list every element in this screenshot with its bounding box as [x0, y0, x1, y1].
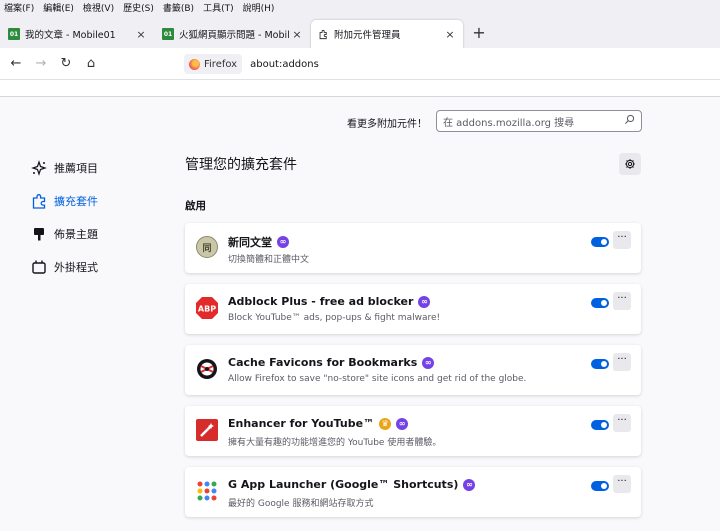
- recommended-badge-icon: ∞: [396, 417, 409, 430]
- firefox-logo-icon: [189, 58, 200, 70]
- svg-text:ABP: ABP: [198, 305, 216, 314]
- addon-card[interactable]: ABP Adblock Plus - free ad blocker ∞ Bloc…: [185, 284, 641, 334]
- home-button[interactable]: ⌂: [82, 55, 100, 73]
- forward-button[interactable]: →: [32, 55, 50, 73]
- addon-enable-toggle[interactable]: [591, 359, 609, 369]
- addon-name[interactable]: Enhancer for YouTube™: [228, 417, 374, 430]
- addon-card[interactable]: G App Launcher (Google™ Shortcuts) ∞ 最好的 …: [185, 467, 641, 517]
- recommended-badge-icon: ∞: [277, 236, 289, 248]
- addon-name[interactable]: Cache Favicons for Bookmarks: [228, 356, 417, 369]
- tab-label: 附加元件管理員: [334, 30, 401, 41]
- menu-file[interactable]: 檔案(F): [4, 1, 34, 14]
- addon-card[interactable]: 同 新同文堂 ∞ 切換簡體和正體中文 ···: [185, 223, 641, 273]
- addon-description: 切換簡體和正體中文: [228, 255, 310, 265]
- close-icon[interactable]: ×: [443, 28, 457, 41]
- menu-bookmarks[interactable]: 書籤(B): [163, 1, 194, 14]
- page-title: 管理您的擴充套件: [185, 157, 297, 173]
- close-icon[interactable]: ×: [290, 28, 304, 41]
- back-button[interactable]: ←: [7, 55, 25, 73]
- sidebar-item-extensions[interactable]: 擴充套件: [30, 184, 98, 217]
- addon-enable-toggle[interactable]: [591, 481, 609, 491]
- identity-box[interactable]: Firefox: [184, 54, 243, 74]
- addons-search-input[interactable]: 在 addons.mozilla.org 搜尋: [436, 110, 642, 132]
- menu-view[interactable]: 檢視(V): [83, 1, 114, 14]
- menu-tools[interactable]: 工具(T): [203, 1, 234, 14]
- addon-name-row: Enhancer for YouTube™ ♛ ∞: [228, 417, 409, 430]
- addon-name[interactable]: Adblock Plus - free ad blocker: [228, 295, 413, 308]
- tongwentang-icon: 同: [195, 235, 219, 259]
- search-placeholder: 在 addons.mozilla.org 搜尋: [443, 117, 575, 129]
- tools-button[interactable]: [619, 153, 641, 175]
- addon-name-row: 新同文堂 ∞: [228, 234, 289, 250]
- puzzle-icon: [30, 192, 48, 210]
- tab-addons-manager[interactable]: 附加元件管理員 ×: [311, 20, 463, 48]
- sidebar-item-plugins[interactable]: 外掛程式: [30, 250, 98, 283]
- addon-description: Block YouTube™ ads, pop-ups & fight malw…: [228, 313, 441, 323]
- addon-description: 擁有大量有趣的功能增進您的 YouTube 使用者體驗。: [228, 438, 442, 448]
- categories-sidebar: 推薦項目 擴充套件 佈景主題 外掛程式: [30, 151, 98, 283]
- menu-help[interactable]: 說明(H): [243, 1, 275, 14]
- nav-bar: ← → ↻ ⌂ Firefox about:addons: [0, 48, 720, 80]
- addon-name[interactable]: 新同文堂: [228, 234, 272, 250]
- addon-options-button[interactable]: ···: [613, 475, 631, 493]
- brush-icon: [30, 225, 48, 243]
- mobile01-favicon-icon: 01: [162, 28, 174, 40]
- sidebar-item-label: 擴充套件: [54, 194, 98, 208]
- url-bar[interactable]: Firefox about:addons: [184, 52, 720, 76]
- sparkle-icon: [30, 159, 48, 177]
- close-icon[interactable]: ×: [134, 28, 148, 41]
- addon-card[interactable]: Cache Favicons for Bookmarks ∞ Allow Fire…: [185, 345, 641, 395]
- menu-history[interactable]: 歷史(S): [123, 1, 154, 14]
- section-heading-enabled: 啟用: [185, 200, 206, 212]
- mobile01-favicon-icon: 01: [8, 28, 20, 40]
- url-text[interactable]: about:addons: [250, 59, 319, 70]
- addon-card[interactable]: Enhancer for YouTube™ ♛ ∞ 擁有大量有趣的功能增進您的 Yo…: [185, 406, 641, 456]
- addon-options-button[interactable]: ···: [613, 292, 631, 310]
- tab-firefox-display-issue[interactable]: 01 火狐網頁顯示問題 - Mobile01 ×: [156, 20, 310, 48]
- sidebar-item-label: 佈景主題: [54, 227, 98, 241]
- addon-name-row: G App Launcher (Google™ Shortcuts) ∞: [228, 478, 476, 491]
- more-addons-link[interactable]: 看更多附加元件！: [347, 115, 427, 130]
- addon-name-row: Adblock Plus - free ad blocker ∞: [228, 295, 431, 308]
- trophy-badge-icon: ♛: [379, 417, 392, 430]
- addon-enable-toggle[interactable]: [591, 237, 609, 247]
- recommended-badge-icon: ∞: [422, 356, 435, 369]
- addon-description: Allow Firefox to save "no-store" site ic…: [228, 374, 527, 384]
- addon-name-row: Cache Favicons for Bookmarks ∞: [228, 356, 435, 369]
- addon-description: 最好的 Google 服務和網站存取方式: [228, 499, 374, 509]
- tab-my-articles[interactable]: 01 我的文章 - Mobile01 ×: [2, 20, 154, 48]
- toolbar-spacer: [0, 80, 720, 97]
- puzzle-favicon-icon: [317, 28, 329, 40]
- gear-icon: [624, 155, 636, 174]
- google-app-launcher-icon: [195, 479, 219, 503]
- tab-strip: 01 我的文章 - Mobile01 × 01 火狐網頁顯示問題 - Mobil…: [0, 14, 720, 48]
- addon-enable-toggle[interactable]: [591, 298, 609, 308]
- enhancer-youtube-icon: [195, 418, 219, 442]
- identity-label: Firefox: [204, 58, 238, 70]
- sidebar-item-label: 外掛程式: [54, 260, 98, 274]
- addons-page: 看更多附加元件！ 在 addons.mozilla.org 搜尋 推薦項目 擴充…: [0, 97, 720, 531]
- menu-bar: 檔案(F) 編輯(E) 檢視(V) 歷史(S) 書籤(B) 工具(T) 說明(H…: [0, 0, 720, 14]
- addon-enable-toggle[interactable]: [591, 420, 609, 430]
- tab-label: 火狐網頁顯示問題 - Mobile01: [179, 30, 290, 41]
- tab-label: 我的文章 - Mobile01: [25, 30, 116, 41]
- sidebar-item-recommended[interactable]: 推薦項目: [30, 151, 98, 184]
- recommended-badge-icon: ∞: [418, 295, 431, 308]
- new-tab-button[interactable]: +: [470, 24, 488, 42]
- menu-edit[interactable]: 編輯(E): [43, 1, 74, 14]
- sidebar-item-themes[interactable]: 佈景主題: [30, 217, 98, 250]
- search-icon: [624, 114, 635, 128]
- plugin-icon: [30, 258, 48, 276]
- sidebar-item-label: 推薦項目: [54, 161, 98, 175]
- addon-options-button[interactable]: ···: [613, 414, 631, 432]
- reload-button[interactable]: ↻: [57, 55, 75, 73]
- cache-favicons-icon: [195, 357, 219, 381]
- addon-options-button[interactable]: ···: [613, 231, 631, 249]
- addon-name[interactable]: G App Launcher (Google™ Shortcuts): [228, 478, 458, 491]
- addon-options-button[interactable]: ···: [613, 353, 631, 371]
- adblock-plus-icon: ABP: [195, 296, 219, 320]
- recommended-badge-icon: ∞: [463, 478, 476, 491]
